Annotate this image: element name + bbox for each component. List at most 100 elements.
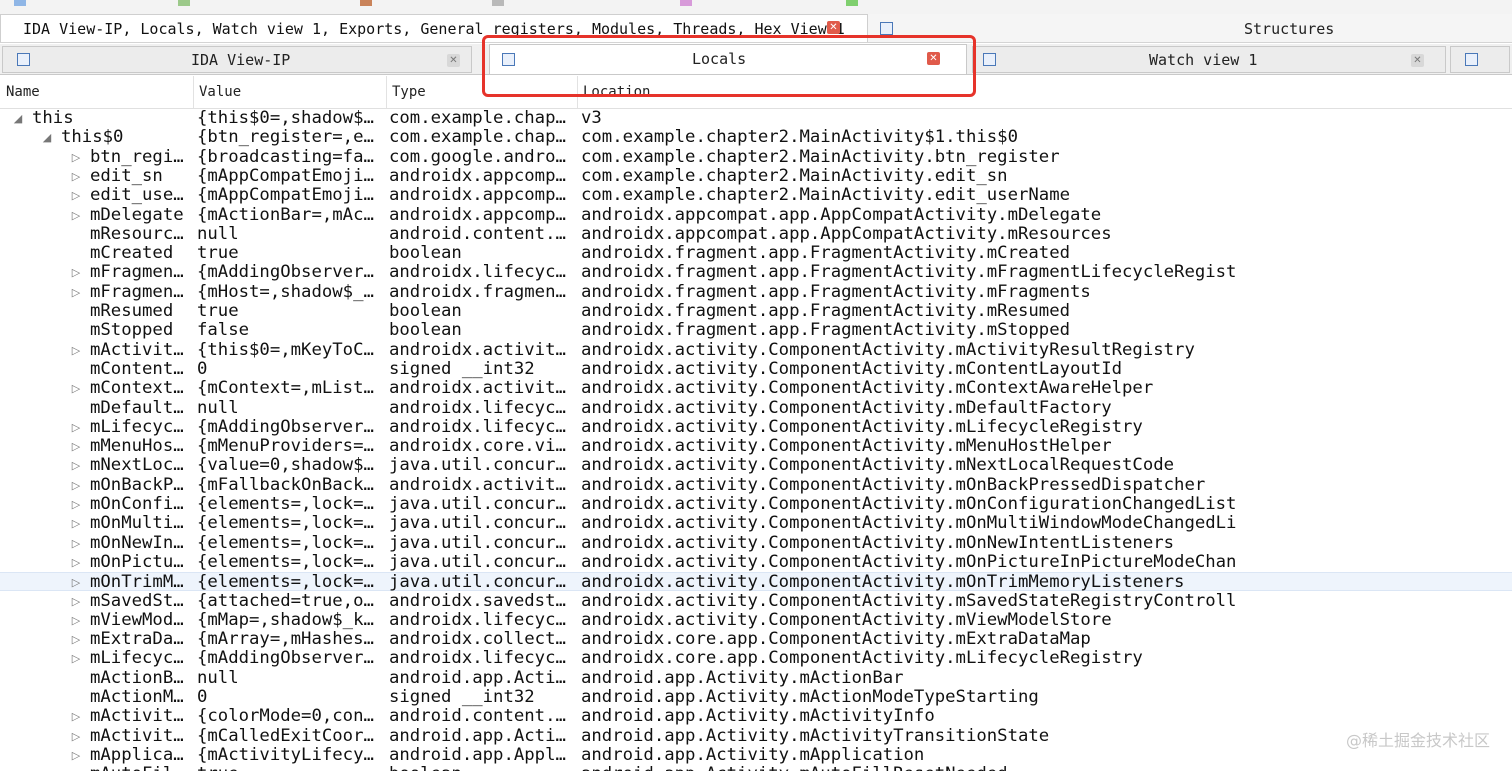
- expand-arrow-icon[interactable]: ▷: [70, 283, 82, 302]
- column-type[interactable]: Type: [392, 84, 426, 100]
- table-row[interactable]: mActionB… null android.app.Acti… android.ap…: [0, 669, 1512, 688]
- cell-type: androidx.activit…: [389, 340, 566, 360]
- expand-arrow-icon[interactable]: ▷: [70, 649, 82, 668]
- cell-name: mResumed: [90, 302, 174, 321]
- table-row[interactable]: mStopped false boolean androidx.fragment.ap…: [0, 321, 1512, 340]
- expand-arrow-icon[interactable]: ▷: [70, 534, 82, 553]
- table-row[interactable]: mActionM… 0 signed __int32 android.app.Acti…: [0, 688, 1512, 707]
- table-row[interactable]: ▷ mLifecyc… {mAddingObserver… androidx.life…: [0, 418, 1512, 437]
- cell-value: null: [197, 224, 239, 244]
- cell-name: mLifecyc…: [90, 417, 184, 437]
- cell-name: this$0: [61, 128, 124, 148]
- expand-arrow-icon[interactable]: ▷: [70, 707, 82, 726]
- table-row[interactable]: ▷ mLifecyc… {mAddingObserver… androidx.life…: [0, 649, 1512, 668]
- table-row[interactable]: ▷ mOnNewIn… {elements=,lock=… java.util.con…: [0, 534, 1512, 553]
- expand-arrow-icon[interactable]: ▷: [70, 418, 82, 437]
- tab-watch-view[interactable]: Watch view 1 ✕: [972, 46, 1446, 73]
- table-row[interactable]: ▷ mFragmen… {mAddingObserver… androidx.life…: [0, 263, 1512, 282]
- cell-type: androidx.fragmen…: [389, 282, 566, 302]
- table-row[interactable]: ▷ btn_regi… {broadcasting=fa… com.google.an…: [0, 148, 1512, 167]
- column-name[interactable]: Name: [6, 84, 40, 100]
- table-row[interactable]: ▷ mApplica… {mActivityLifecy… android.app.A…: [0, 746, 1512, 765]
- expand-arrow-icon[interactable]: ▷: [70, 186, 82, 205]
- expand-arrow-icon[interactable]: ▷: [70, 592, 82, 611]
- cell-name: btn_regi…: [90, 147, 184, 167]
- table-row[interactable]: ▷ mViewMod… {mMap=,shadow$_k… androidx.life…: [0, 611, 1512, 630]
- cell-value: {elements=,lock=…: [197, 552, 374, 572]
- disassembly-icon: [17, 53, 30, 66]
- expand-arrow-icon[interactable]: ▷: [70, 514, 82, 533]
- table-row[interactable]: ▷ mOnConfi… {elements=,lock=… java.util.con…: [0, 495, 1512, 514]
- table-row[interactable]: ▷ mMenuHos… {mMenuProviders=… androidx.core…: [0, 437, 1512, 456]
- expand-arrow-icon[interactable]: ▷: [70, 437, 82, 456]
- close-icon[interactable]: ✕: [1411, 54, 1424, 67]
- cell-name: this: [32, 109, 74, 128]
- table-row[interactable]: mContent… 0 signed __int32 androidx.activit…: [0, 360, 1512, 379]
- expand-arrow-icon[interactable]: ▷: [70, 341, 82, 360]
- expand-arrow-icon[interactable]: ▷: [70, 476, 82, 495]
- table-row[interactable]: ◢ this {this$0=,shadow$… com.example.chap… v…: [0, 109, 1512, 128]
- expand-arrow-icon[interactable]: ▷: [70, 148, 82, 167]
- expand-arrow-icon[interactable]: ▷: [70, 206, 82, 225]
- table-row[interactable]: ▷ mContext… {mContext=,mList… androidx.acti…: [0, 379, 1512, 398]
- table-row[interactable]: mCreated true boolean androidx.fragment.app…: [0, 244, 1512, 263]
- table-row[interactable]: ▷ mActivit… {colorMode=0,con… android.conte…: [0, 707, 1512, 726]
- cell-type: androidx.lifecyc…: [389, 398, 566, 418]
- expand-arrow-icon[interactable]: ▷: [70, 746, 82, 765]
- cell-type: java.util.concur…: [389, 495, 566, 514]
- expand-arrow-icon[interactable]: ▷: [70, 263, 82, 282]
- structures-icon: [880, 22, 893, 35]
- collapse-arrow-icon[interactable]: ◢: [12, 109, 24, 128]
- expand-arrow-icon[interactable]: ▷: [70, 573, 82, 592]
- table-row[interactable]: ▷ mOnTrimM… {elements=,lock=… java.util.con…: [0, 572, 1512, 592]
- cell-type: com.example.chap…: [389, 109, 566, 128]
- table-row[interactable]: mResourc… null android.content.… androidx.a…: [0, 225, 1512, 244]
- table-row[interactable]: ▷ mNextLoc… {value=0,shadow$… java.util.con…: [0, 456, 1512, 475]
- column-divider[interactable]: [386, 76, 387, 108]
- expand-arrow-icon[interactable]: ▷: [70, 379, 82, 398]
- cell-location: androidx.fragment.app.FragmentActivity.m…: [581, 282, 1091, 302]
- expand-arrow-icon[interactable]: ▷: [70, 553, 82, 572]
- table-row[interactable]: ▷ edit_use… {mAppCompatEmoji… androidx.appc…: [0, 186, 1512, 205]
- column-value[interactable]: Value: [199, 84, 241, 100]
- close-icon[interactable]: ✕: [447, 54, 460, 67]
- cell-type: java.util.concur…: [389, 533, 566, 553]
- expand-arrow-icon[interactable]: ▷: [70, 611, 82, 630]
- collapse-arrow-icon[interactable]: ◢: [41, 128, 53, 147]
- cell-type: androidx.lifecyc…: [389, 610, 566, 630]
- table-row[interactable]: ▷ mOnPictu… {elements=,lock=… java.util.con…: [0, 553, 1512, 572]
- table-row[interactable]: ▷ mFragmen… {mHost=,shadow$_… androidx.frag…: [0, 283, 1512, 302]
- table-row[interactable]: ▷ mOnMulti… {elements=,lock=… java.util.con…: [0, 514, 1512, 533]
- column-divider[interactable]: [193, 76, 194, 108]
- close-icon[interactable]: ✕: [827, 21, 840, 34]
- table-row[interactable]: mDefault… null androidx.lifecyc… androidx.a…: [0, 399, 1512, 418]
- table-row[interactable]: ▷ mOnBackP… {mFallbackOnBack… androidx.acti…: [0, 476, 1512, 495]
- expand-arrow-icon[interactable]: ▷: [70, 167, 82, 186]
- table-row[interactable]: mResumed true boolean androidx.fragment.app…: [0, 302, 1512, 321]
- expand-arrow-icon[interactable]: ▷: [70, 630, 82, 649]
- table-row[interactable]: ▷ mSavedSt… {attached=true,o… androidx.save…: [0, 592, 1512, 611]
- expand-arrow-icon[interactable]: ▷: [70, 456, 82, 475]
- cell-name: mOnBackP…: [90, 475, 184, 495]
- table-row[interactable]: ◢ this$0 {btn_register=,e… com.example.chap…: [0, 128, 1512, 147]
- cell-value: {mActionBar=,mAc…: [197, 205, 374, 225]
- cell-location: androidx.fragment.app.FragmentActivity.m…: [581, 244, 1070, 264]
- tab-ida-view-ip[interactable]: IDA View-IP ✕: [2, 46, 472, 73]
- table-row[interactable]: ▷ mDelegate {mActionBar=,mAc… androidx.appc…: [0, 206, 1512, 225]
- cell-name: mContent…: [90, 359, 184, 379]
- cell-value: {mAddingObserver…: [197, 263, 374, 283]
- table-row[interactable]: ▷ mActivit… {this$0=,mKeyToC… androidx.acti…: [0, 341, 1512, 360]
- cell-name: edit_use…: [90, 186, 184, 206]
- cell-location: androidx.appcompat.app.AppCompatActivity…: [581, 205, 1102, 225]
- cell-type: androidx.appcomp…: [389, 205, 566, 225]
- table-row[interactable]: ▷ mExtraDa… {mArray=,mHashes… androidx.coll…: [0, 630, 1512, 649]
- cell-location: androidx.fragment.app.FragmentActivity.m…: [581, 302, 1070, 321]
- table-row[interactable]: ▷ mActivit… {mCalledExitCoor… android.app.A…: [0, 727, 1512, 746]
- cell-value: true: [197, 244, 239, 264]
- table-row[interactable]: ▷ edit_sn {mAppCompatEmoji… androidx.appcom…: [0, 167, 1512, 186]
- table-row[interactable]: mAutoFil… true boolean android.app.Activity…: [0, 765, 1512, 771]
- tab-more[interactable]: [1450, 46, 1510, 73]
- expand-arrow-icon[interactable]: ▷: [70, 495, 82, 514]
- expand-arrow-icon[interactable]: ▷: [70, 727, 82, 746]
- cell-value: {mAddingObserver…: [197, 649, 374, 669]
